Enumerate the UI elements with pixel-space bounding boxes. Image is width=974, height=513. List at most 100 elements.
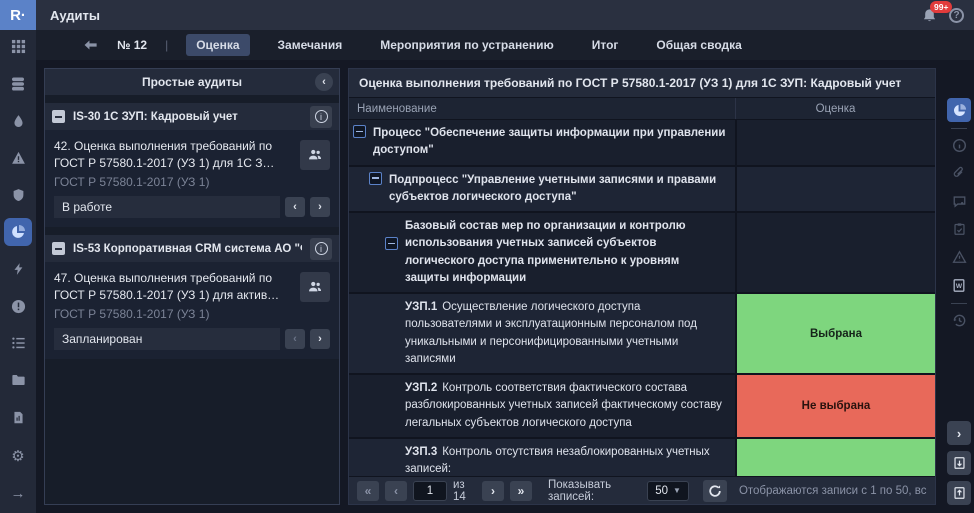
svg-text:W: W xyxy=(956,283,963,290)
page-number-input[interactable] xyxy=(413,480,447,501)
top-bar: R· Аудиты 99+ ? xyxy=(0,0,974,30)
tab-meropriyatiya[interactable]: Мероприятия по устранению xyxy=(370,34,564,56)
tool-attachments paperclip-icon[interactable] xyxy=(947,161,971,185)
sidebar-item-assets database-icon[interactable] xyxy=(4,70,32,98)
app-logo[interactable]: R· xyxy=(0,0,36,30)
sidebar-expand-arrow-icon[interactable]: → xyxy=(4,479,32,507)
audit-standard: ГОСТ Р 57580.1-2017 (УЗ 1) xyxy=(54,175,210,190)
info-button info-icon[interactable]: i xyxy=(310,237,332,260)
sidebar-item-audits pie-chart-icon[interactable] xyxy=(4,218,32,246)
settings-gear-icon[interactable]: ⚙ xyxy=(4,442,32,470)
collapse-minus-icon[interactable] xyxy=(385,237,398,250)
divider xyxy=(951,128,967,129)
table-row[interactable]: Процесс "Обеспечение защиты информации п… xyxy=(349,120,935,167)
tool-risks warning-icon[interactable] xyxy=(947,245,971,269)
info-button info-icon[interactable]: i xyxy=(310,105,332,128)
notifications-button[interactable]: 99+ xyxy=(922,0,953,23)
audit-number: № 12 xyxy=(117,38,148,52)
records-summary: Отображаются записи с 1 по 50, всего 667 xyxy=(738,484,927,497)
sidebar-item-reports report-file-icon[interactable] xyxy=(4,403,32,431)
page-size-value: 50 xyxy=(655,484,669,497)
prev-page-button chevron-left-icon[interactable]: ‹ xyxy=(385,480,407,501)
simple-audits-panel: Простые аудиты ‹ IS-30 1С ЗУП: Кадровый … xyxy=(44,68,340,505)
row-text: Осуществление логического доступа пользо… xyxy=(405,301,697,365)
collapse-minus-icon[interactable] xyxy=(353,125,366,138)
last-page-button double-chevron-right-icon[interactable]: » xyxy=(509,480,532,501)
assignees-button people-icon[interactable] xyxy=(300,140,330,170)
collapse-minus-icon[interactable] xyxy=(369,171,382,185)
tab-itog[interactable]: Итог xyxy=(582,34,629,56)
page-size-select[interactable]: 50 ▼ xyxy=(647,480,689,501)
notification-badge: 99+ xyxy=(930,0,953,13)
indeterminate-checkbox-icon[interactable] xyxy=(52,110,65,123)
tool-history history-icon[interactable] xyxy=(947,308,971,332)
collapse-panel-button chevron-left-icon[interactable]: ‹ xyxy=(315,73,333,91)
audit-card: IS-53 Корпоративная CRM система АО "Фили… xyxy=(45,235,339,360)
row-text: Контроль соответствия фактического соста… xyxy=(405,382,722,429)
assessment-panel: Оценка выполнения требований по ГОСТ Р 5… xyxy=(348,68,936,505)
assignees-button people-icon[interactable] xyxy=(300,272,330,303)
score-badge[interactable]: Выбрана xyxy=(737,438,935,476)
apps-grid-icon[interactable] xyxy=(4,31,32,61)
tool-comments chat-icon[interactable] xyxy=(947,189,971,213)
table-row[interactable]: УЗП.3 Контроль отсутствия незаблокированн… xyxy=(349,438,935,476)
tool-tasks clipboard-check-icon[interactable] xyxy=(947,217,971,241)
tool-info info-icon[interactable] xyxy=(947,133,971,157)
row-code: УЗП.1 xyxy=(405,301,438,313)
table-row[interactable]: Базовый состав мер по организации и конт… xyxy=(349,213,935,294)
asset-title: IS-30 1С ЗУП: Кадровый учет xyxy=(73,110,238,123)
status-prev-button chevron-left-icon[interactable]: ‹ xyxy=(285,329,305,350)
export-download-button doc-download-icon[interactable] xyxy=(947,451,971,475)
left-sidebar: ⚙ → xyxy=(0,30,36,513)
sidebar-item-incidents alert-circle-icon[interactable] xyxy=(4,292,32,320)
table-row[interactable]: УЗП.1 Осуществление логического доступа п… xyxy=(349,294,935,375)
tab-zamechaniya[interactable]: Замечания xyxy=(268,34,353,56)
status-prev-button chevron-left-icon[interactable]: ‹ xyxy=(285,197,305,218)
nav-divider: | xyxy=(165,38,169,52)
row-text: Подпроцесс "Управление учетными записями… xyxy=(389,173,717,203)
sidebar-item-risks warning-icon[interactable] xyxy=(4,144,32,172)
table-row[interactable]: Подпроцесс "Управление учетными записями… xyxy=(349,166,935,213)
sidebar-item-droplet droplet-icon[interactable] xyxy=(4,107,32,135)
sidebar-item-tasks list-icon[interactable] xyxy=(4,329,32,357)
row-code: УЗП.2 xyxy=(405,382,438,394)
score-badge[interactable]: Выбрана xyxy=(737,294,935,373)
pagination-bar: « ‹ из 14 › » Показывать записей: 50 ▼ О… xyxy=(349,476,935,504)
status-next-button chevron-right-icon[interactable]: › xyxy=(310,197,330,218)
status-select[interactable]: Запланирован xyxy=(54,328,280,351)
first-page-button double-chevron-left-icon[interactable]: « xyxy=(357,480,379,501)
assessment-title: Оценка выполнения требований по ГОСТ Р 5… xyxy=(349,69,935,97)
row-code: УЗП.3 xyxy=(405,445,438,458)
column-header-score[interactable]: Оценка xyxy=(735,98,935,119)
chevron-down-icon: ▼ xyxy=(673,486,681,495)
next-page-button chevron-right-icon[interactable]: › xyxy=(481,480,504,501)
export-upload-button doc-upload-icon[interactable] xyxy=(947,481,971,505)
sidebar-item-events lightning-icon[interactable] xyxy=(4,255,32,283)
tool-tab-assessment pie-chart-icon[interactable] xyxy=(947,98,971,122)
audit-nav-bar: № 12 | Оценка Замечания Мероприятия по у… xyxy=(36,30,974,60)
column-header-name[interactable]: Наименование xyxy=(349,98,735,119)
status-next-button chevron-right-icon[interactable]: › xyxy=(310,329,330,350)
row-text: Процесс "Обеспечение защиты информации п… xyxy=(373,127,726,157)
right-tool-strip: W › xyxy=(944,68,974,505)
requirements-tree: Процесс "Обеспечение защиты информации п… xyxy=(349,120,935,476)
indeterminate-checkbox-icon[interactable] xyxy=(52,242,65,256)
tool-word-report word-doc-icon[interactable]: W xyxy=(947,273,971,297)
divider xyxy=(951,303,967,304)
sidebar-item-documents folder-icon[interactable] xyxy=(4,366,32,394)
tab-obshchaya-svodka[interactable]: Общая сводка xyxy=(646,34,751,56)
audit-name: 42. Оценка выполнения требований по ГОСТ… xyxy=(54,139,282,171)
score-badge[interactable]: Не выбрана xyxy=(737,375,935,437)
table-row[interactable]: УЗП.2 Контроль соответствия фактического … xyxy=(349,375,935,439)
collapse-strip-button chevron-right-icon[interactable]: › xyxy=(947,421,971,445)
refresh-button refresh-icon[interactable] xyxy=(702,479,727,502)
status-select[interactable]: В работе xyxy=(54,196,280,219)
sidebar-item-security shield-icon[interactable] xyxy=(4,181,32,209)
tab-otsenka[interactable]: Оценка xyxy=(186,34,250,56)
panel-title: Простые аудиты xyxy=(141,75,243,89)
row-text: Базовый состав мер по организации и конт… xyxy=(405,220,686,284)
back-button[interactable] xyxy=(82,38,99,52)
page-count-label: из 14 xyxy=(453,478,466,503)
page-size-label: Показывать записей: xyxy=(547,478,612,503)
page-title: Аудиты xyxy=(50,7,101,23)
